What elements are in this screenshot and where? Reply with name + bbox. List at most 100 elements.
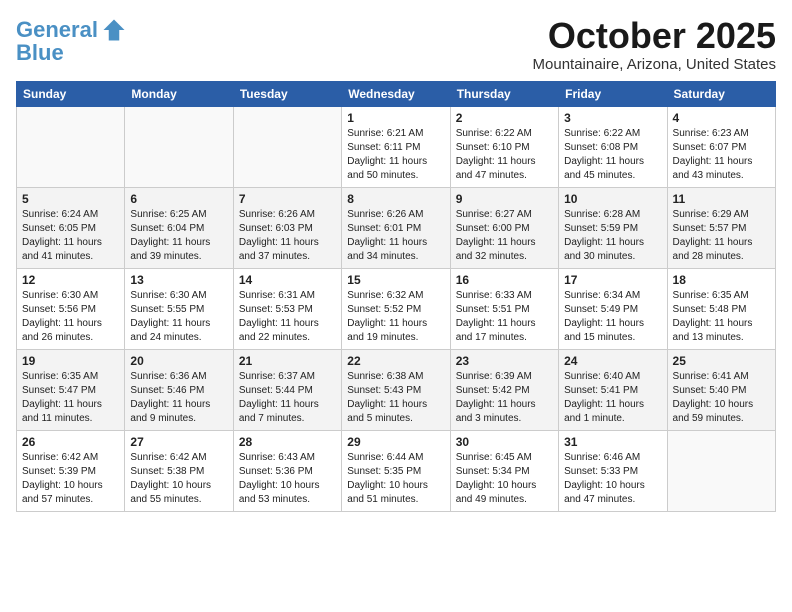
day-info: Sunrise: 6:26 AM Sunset: 6:01 PM Dayligh…	[347, 208, 444, 264]
calendar-day: 21 Sunrise: 6:37 AM Sunset: 5:44 PM Dayli…	[233, 349, 341, 430]
day-number: 15	[347, 273, 444, 287]
weekday-header: Friday	[559, 81, 667, 106]
day-info: Sunrise: 6:37 AM Sunset: 5:44 PM Dayligh…	[239, 370, 336, 426]
page-header: General Blue October 2025 Mountainaire, …	[16, 16, 776, 73]
day-info: Sunrise: 6:21 AM Sunset: 6:11 PM Dayligh…	[347, 127, 444, 183]
weekday-header: Saturday	[667, 81, 775, 106]
day-number: 24	[564, 354, 661, 368]
weekday-header: Wednesday	[342, 81, 450, 106]
weekday-header: Tuesday	[233, 81, 341, 106]
weekday-header: Thursday	[450, 81, 558, 106]
day-info: Sunrise: 6:40 AM Sunset: 5:41 PM Dayligh…	[564, 370, 661, 426]
day-info: Sunrise: 6:30 AM Sunset: 5:56 PM Dayligh…	[22, 289, 119, 345]
day-number: 11	[673, 192, 770, 206]
calendar-container: General Blue October 2025 Mountainaire, …	[0, 0, 792, 522]
calendar-day: 3Sunrise: 6:22 AM Sunset: 6:08 PM Daylig…	[559, 106, 667, 187]
day-number: 9	[456, 192, 553, 206]
day-number: 16	[456, 273, 553, 287]
day-info: Sunrise: 6:27 AM Sunset: 6:00 PM Dayligh…	[456, 208, 553, 264]
day-info: Sunrise: 6:24 AM Sunset: 6:05 PM Dayligh…	[22, 208, 119, 264]
calendar-empty	[17, 106, 125, 187]
weekday-header: Monday	[125, 81, 233, 106]
day-info: Sunrise: 6:25 AM Sunset: 6:04 PM Dayligh…	[130, 208, 227, 264]
calendar-day: 12 Sunrise: 6:30 AM Sunset: 5:56 PM Dayli…	[17, 268, 125, 349]
day-info: Sunrise: 6:34 AM Sunset: 5:49 PM Dayligh…	[564, 289, 661, 345]
day-number: 21	[239, 354, 336, 368]
day-info: Sunrise: 6:42 AM Sunset: 5:38 PM Dayligh…	[130, 451, 227, 507]
title-block: October 2025 Mountainaire, Arizona, Unit…	[533, 16, 776, 73]
calendar-day: 1 Sunrise: 6:21 AM Sunset: 6:11 PM Daylig…	[342, 106, 450, 187]
day-number: 2	[456, 111, 553, 125]
calendar-day: 27 Sunrise: 6:42 AM Sunset: 5:38 PM Dayli…	[125, 430, 233, 511]
day-info: Sunrise: 6:28 AM Sunset: 5:59 PM Dayligh…	[564, 208, 661, 264]
day-number: 23	[456, 354, 553, 368]
day-number: 25	[673, 354, 770, 368]
calendar-table: SundayMondayTuesdayWednesdayThursdayFrid…	[16, 81, 776, 512]
calendar-day: 15 Sunrise: 6:32 AM Sunset: 5:52 PM Dayli…	[342, 268, 450, 349]
day-info: Sunrise: 6:31 AM Sunset: 5:53 PM Dayligh…	[239, 289, 336, 345]
day-number: 4	[673, 111, 770, 125]
calendar-day: 30 Sunrise: 6:45 AM Sunset: 5:34 PM Dayli…	[450, 430, 558, 511]
day-number: 5	[22, 192, 119, 206]
day-info: Sunrise: 6:42 AM Sunset: 5:39 PM Dayligh…	[22, 451, 119, 507]
day-number: 31	[564, 435, 661, 449]
calendar-day: 20Sunrise: 6:36 AM Sunset: 5:46 PM Dayli…	[125, 349, 233, 430]
day-number: 7	[239, 192, 336, 206]
day-number: 27	[130, 435, 227, 449]
day-info: Sunrise: 6:35 AM Sunset: 5:47 PM Dayligh…	[22, 370, 119, 426]
calendar-day: 4 Sunrise: 6:23 AM Sunset: 6:07 PM Daylig…	[667, 106, 775, 187]
calendar-day: 13Sunrise: 6:30 AM Sunset: 5:55 PM Dayli…	[125, 268, 233, 349]
day-number: 29	[347, 435, 444, 449]
day-info: Sunrise: 6:30 AM Sunset: 5:55 PM Dayligh…	[130, 289, 227, 345]
calendar-week-row: 12 Sunrise: 6:30 AM Sunset: 5:56 PM Dayli…	[17, 268, 776, 349]
calendar-day: 31 Sunrise: 6:46 AM Sunset: 5:33 PM Dayli…	[559, 430, 667, 511]
calendar-day: 9 Sunrise: 6:27 AM Sunset: 6:00 PM Daylig…	[450, 187, 558, 268]
calendar-day: 10 Sunrise: 6:28 AM Sunset: 5:59 PM Dayli…	[559, 187, 667, 268]
day-number: 22	[347, 354, 444, 368]
day-info: Sunrise: 6:46 AM Sunset: 5:33 PM Dayligh…	[564, 451, 661, 507]
day-number: 8	[347, 192, 444, 206]
calendar-empty	[233, 106, 341, 187]
day-info: Sunrise: 6:33 AM Sunset: 5:51 PM Dayligh…	[456, 289, 553, 345]
calendar-day: 25Sunrise: 6:41 AM Sunset: 5:40 PM Dayli…	[667, 349, 775, 430]
day-number: 19	[22, 354, 119, 368]
day-number: 30	[456, 435, 553, 449]
calendar-day: 8 Sunrise: 6:26 AM Sunset: 6:01 PM Daylig…	[342, 187, 450, 268]
calendar-day: 22 Sunrise: 6:38 AM Sunset: 5:43 PM Dayli…	[342, 349, 450, 430]
day-number: 6	[130, 192, 227, 206]
day-info: Sunrise: 6:43 AM Sunset: 5:36 PM Dayligh…	[239, 451, 336, 507]
day-info: Sunrise: 6:32 AM Sunset: 5:52 PM Dayligh…	[347, 289, 444, 345]
calendar-day: 28Sunrise: 6:43 AM Sunset: 5:36 PM Dayli…	[233, 430, 341, 511]
calendar-day: 11 Sunrise: 6:29 AM Sunset: 5:57 PM Dayli…	[667, 187, 775, 268]
logo-text: General	[16, 18, 98, 42]
day-info: Sunrise: 6:36 AM Sunset: 5:46 PM Dayligh…	[130, 370, 227, 426]
day-info: Sunrise: 6:22 AM Sunset: 6:08 PM Dayligh…	[564, 127, 661, 183]
day-info: Sunrise: 6:35 AM Sunset: 5:48 PM Dayligh…	[673, 289, 770, 345]
logo-icon	[100, 16, 128, 44]
logo: General Blue	[16, 16, 128, 66]
day-info: Sunrise: 6:23 AM Sunset: 6:07 PM Dayligh…	[673, 127, 770, 183]
calendar-empty	[667, 430, 775, 511]
calendar-week-row: 26 Sunrise: 6:42 AM Sunset: 5:39 PM Dayli…	[17, 430, 776, 511]
calendar-day: 16 Sunrise: 6:33 AM Sunset: 5:51 PM Dayli…	[450, 268, 558, 349]
day-number: 17	[564, 273, 661, 287]
day-info: Sunrise: 6:29 AM Sunset: 5:57 PM Dayligh…	[673, 208, 770, 264]
calendar-empty	[125, 106, 233, 187]
calendar-week-row: 19 Sunrise: 6:35 AM Sunset: 5:47 PM Dayli…	[17, 349, 776, 430]
day-number: 18	[673, 273, 770, 287]
day-number: 14	[239, 273, 336, 287]
calendar-day: 6 Sunrise: 6:25 AM Sunset: 6:04 PM Daylig…	[125, 187, 233, 268]
day-number: 10	[564, 192, 661, 206]
calendar-day: 19 Sunrise: 6:35 AM Sunset: 5:47 PM Dayli…	[17, 349, 125, 430]
calendar-day: 23Sunrise: 6:39 AM Sunset: 5:42 PM Dayli…	[450, 349, 558, 430]
calendar-day: 26 Sunrise: 6:42 AM Sunset: 5:39 PM Dayli…	[17, 430, 125, 511]
location-title: Mountainaire, Arizona, United States	[533, 56, 776, 73]
calendar-day: 29Sunrise: 6:44 AM Sunset: 5:35 PM Dayli…	[342, 430, 450, 511]
day-info: Sunrise: 6:45 AM Sunset: 5:34 PM Dayligh…	[456, 451, 553, 507]
day-info: Sunrise: 6:26 AM Sunset: 6:03 PM Dayligh…	[239, 208, 336, 264]
day-number: 1	[347, 111, 444, 125]
weekday-header: Sunday	[17, 81, 125, 106]
day-info: Sunrise: 6:38 AM Sunset: 5:43 PM Dayligh…	[347, 370, 444, 426]
day-number: 26	[22, 435, 119, 449]
day-number: 12	[22, 273, 119, 287]
